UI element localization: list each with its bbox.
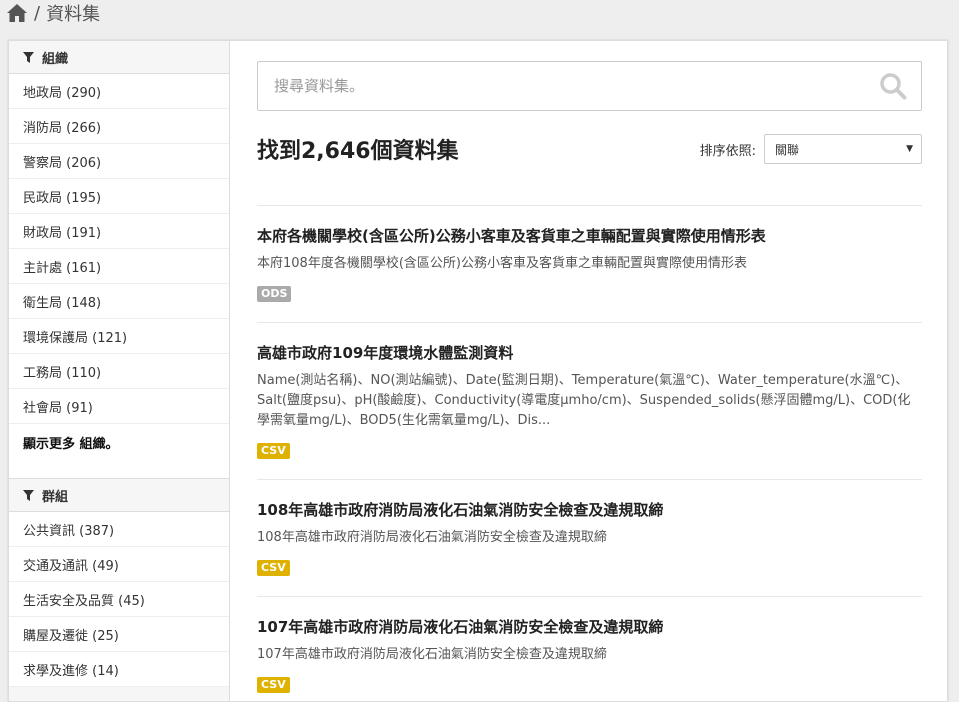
facet-item-group[interactable]: 公共資訊 (387) [9, 512, 229, 547]
dataset-title-link[interactable]: 本府各機關學校(含區公所)公務小客車及客貨車之車輛配置與實際使用情形表 [257, 226, 922, 246]
facet-item-group[interactable]: 交通及通訊 (49) [9, 547, 229, 582]
facet-item-group[interactable]: 求學及進修 (14) [9, 652, 229, 687]
organization-list: 地政局 (290) 消防局 (266) 警察局 (206) 民政局 (195) … [9, 74, 229, 424]
facet-item-organization[interactable]: 民政局 (195) [9, 179, 229, 214]
dataset-list: 本府各機關學校(含區公所)公務小客車及客貨車之車輛配置與實際使用情形表 本府10… [257, 205, 922, 701]
facet-item-organization[interactable]: 工務局 (110) [9, 354, 229, 389]
format-badge[interactable]: ODS [257, 286, 292, 302]
results-header: 找到2,646個資料集 排序依照: 關聯 ▼ [257, 129, 922, 169]
dataset-description: 本府108年度各機關學校(含區公所)公務小客車及客貨車之車輛配置與實際使用情形表 [257, 256, 747, 271]
dataset-description: Name(測站名稱)、NO(測站編號)、Date(監測日期)、Temperatu… [257, 373, 911, 428]
facet-item-organization[interactable]: 環境保護局 (121) [9, 319, 229, 354]
sort-select[interactable]: 關聯 ▼ [764, 134, 922, 164]
facet-heading-label: 群組 [42, 489, 69, 505]
facet-item-organization[interactable]: 消防局 (266) [9, 109, 229, 144]
filter-icon [23, 489, 34, 501]
sidebar: 組織 地政局 (290) 消防局 (266) 警察局 (206) 民政局 (19… [9, 41, 230, 701]
format-badge[interactable]: CSV [257, 677, 290, 693]
breadcrumb-current[interactable]: 資料集 [46, 0, 100, 26]
facet-heading-organizations: 組織 [9, 41, 229, 74]
show-more-organizations-link[interactable]: 顯示更多 組織。 [9, 424, 229, 460]
dataset-description: 108年高雄市政府消防局液化石油氣消防安全檢查及違規取締 [257, 530, 607, 545]
search-box [257, 61, 922, 111]
dataset-item: 107年高雄市政府消防局液化石油氣消防安全檢查及違規取締 107年高雄市政府消防… [257, 597, 922, 701]
chevron-down-icon: ▼ [906, 144, 913, 154]
dataset-item: 108年高雄市政府消防局液化石油氣消防安全檢查及違規取締 108年高雄市政府消防… [257, 480, 922, 597]
sort-control: 排序依照: 關聯 ▼ [700, 134, 922, 164]
facet-item-organization[interactable]: 地政局 (290) [9, 74, 229, 109]
facet-heading-groups: 群組 [9, 479, 229, 512]
format-badge[interactable]: CSV [257, 560, 290, 576]
home-icon[interactable] [6, 3, 28, 23]
filter-icon [23, 51, 34, 63]
group-list: 公共資訊 (387) 交通及通訊 (49) 生活安全及品質 (45) 購屋及遷徙… [9, 512, 229, 687]
sort-label: 排序依照: [699, 143, 756, 159]
results-count-title: 找到2,646個資料集 [257, 139, 459, 164]
facet-item-organization[interactable]: 財政局 (191) [9, 214, 229, 249]
dataset-item: 高雄市政府109年度環境水體監測資料 Name(測站名稱)、NO(測站編號)、D… [257, 323, 922, 480]
dataset-title-link[interactable]: 高雄市政府109年度環境水體監測資料 [257, 343, 922, 363]
dataset-description: 107年高雄市政府消防局液化石油氣消防安全檢查及違規取締 [257, 647, 607, 662]
groups-facet: 群組 公共資訊 (387) 交通及通訊 (49) 生活安全及品質 (45) 購屋… [9, 479, 229, 687]
dataset-title-link[interactable]: 107年高雄市政府消防局液化石油氣消防安全檢查及違規取締 [257, 617, 922, 637]
main-content: 找到2,646個資料集 排序依照: 關聯 ▼ 本府各機關學校(含區公所)公務小客… [230, 41, 947, 701]
breadcrumb: / 資料集 [6, 0, 100, 26]
facet-item-group[interactable]: 購屋及遷徙 (25) [9, 617, 229, 652]
organizations-facet: 組織 地政局 (290) 消防局 (266) 警察局 (206) 民政局 (19… [9, 41, 229, 479]
breadcrumb-separator: / [34, 2, 41, 24]
search-icon[interactable] [879, 72, 907, 100]
dataset-title-link[interactable]: 108年高雄市政府消防局液化石油氣消防安全檢查及違規取締 [257, 500, 922, 520]
search-input[interactable] [272, 65, 879, 107]
sort-selected-value: 關聯 [775, 142, 800, 157]
facet-item-organization[interactable]: 社會局 (91) [9, 389, 229, 424]
facet-divider [9, 460, 229, 479]
facet-heading-label: 組織 [42, 51, 69, 67]
dataset-item: 本府各機關學校(含區公所)公務小客車及客貨車之車輛配置與實際使用情形表 本府10… [257, 206, 922, 323]
content-wrapper: 組織 地政局 (290) 消防局 (266) 警察局 (206) 民政局 (19… [8, 40, 948, 702]
format-badge[interactable]: CSV [257, 443, 290, 459]
facet-item-organization[interactable]: 警察局 (206) [9, 144, 229, 179]
facet-item-organization[interactable]: 衛生局 (148) [9, 284, 229, 319]
facet-item-organization[interactable]: 主計處 (161) [9, 249, 229, 284]
facet-item-group[interactable]: 生活安全及品質 (45) [9, 582, 229, 617]
